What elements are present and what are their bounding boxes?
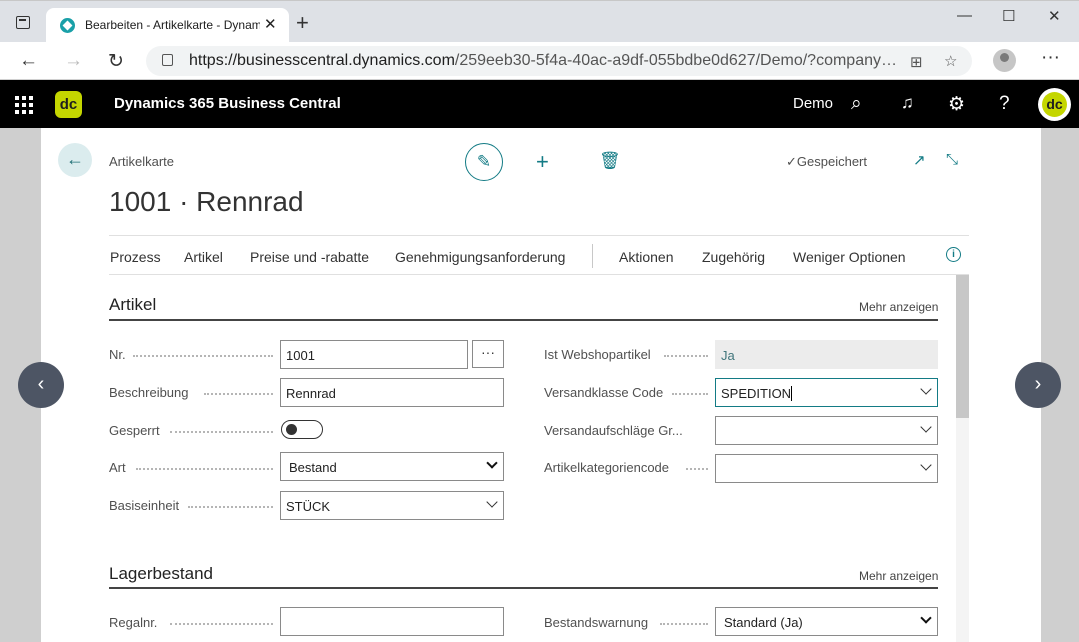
nr-field[interactable]: 1001: [280, 340, 468, 369]
add-icon[interactable]: +: [536, 149, 549, 175]
app-logo: dc: [55, 91, 82, 118]
app-title[interactable]: Dynamics 365 Business Central: [114, 95, 341, 112]
action-weniger-optionen[interactable]: Weniger Optionen: [793, 249, 906, 265]
chevron-down-icon: [486, 457, 498, 469]
window-close-icon[interactable]: ✕: [1048, 7, 1061, 25]
delete-trash-icon[interactable]: 🗑: [599, 151, 621, 171]
section-lager-divider: [109, 587, 938, 589]
info-icon[interactable]: i: [946, 247, 961, 262]
bell-icon[interactable]: ♫: [901, 93, 914, 113]
action-bar: Prozess Artikel Preise und -rabatte Gene…: [109, 235, 969, 275]
favorites-icon[interactable]: ☆: [944, 52, 957, 70]
nr-assist-button[interactable]: ···: [472, 340, 504, 368]
new-tab-icon[interactable]: +: [296, 10, 309, 36]
previous-record-icon[interactable]: ‹: [18, 362, 64, 408]
section-lager-title[interactable]: Lagerbestand: [109, 564, 213, 584]
tab-close-icon[interactable]: ✕: [264, 15, 277, 33]
browser-tabstrip: Bearbeiten - Artikelkarte - Dynam ✕ + — …: [0, 0, 1079, 43]
scrollbar-thumb[interactable]: [956, 275, 969, 418]
breadcrumb: Artikelkarte: [109, 154, 175, 169]
beschreibung-field[interactable]: Rennrad: [280, 378, 504, 407]
tab-actions-icon[interactable]: [16, 16, 30, 29]
refresh-icon[interactable]: ↻: [108, 50, 124, 73]
gesperrt-dots: [170, 431, 273, 433]
art-dots: [136, 468, 273, 470]
action-separator: [592, 244, 593, 268]
app-launcher-icon[interactable]: [15, 96, 33, 114]
art-select[interactable]: Bestand: [280, 452, 504, 481]
minimize-icon[interactable]: —: [957, 7, 972, 24]
versandklasse-label: Versandklasse Code: [544, 385, 664, 400]
beschreibung-label: Beschreibung: [109, 385, 189, 400]
maximize-icon[interactable]: ☐: [1002, 7, 1015, 25]
forward-icon[interactable]: →: [64, 50, 83, 72]
company-name[interactable]: Demo: [793, 95, 833, 112]
open-new-window-icon[interactable]: ↗: [913, 151, 926, 169]
section-artikel-title[interactable]: Artikel: [109, 295, 156, 315]
address-bar[interactable]: https://businesscentral.dynamics.com/259…: [146, 46, 972, 76]
action-preise[interactable]: Preise und -rabatte: [250, 249, 369, 265]
regalnr-dots: [170, 623, 273, 625]
search-icon[interactable]: ⌕: [851, 93, 862, 115]
user-avatar[interactable]: dc: [1038, 88, 1071, 121]
nr-label: Nr.: [109, 347, 126, 362]
app-available-icon[interactable]: ⊞: [910, 53, 923, 71]
collapse-icon[interactable]: ⤡: [946, 151, 958, 168]
action-artikel[interactable]: Artikel: [184, 249, 223, 265]
bestandswarnung-dots: [660, 623, 708, 625]
section-artikel-divider: [109, 319, 938, 321]
versandaufschlaege-label: Versandaufschläge Gr...: [544, 423, 683, 438]
webshop-dots: [664, 355, 708, 357]
action-genehmigung[interactable]: Genehmigungsanforderung: [395, 249, 565, 265]
section-artikel-more-link[interactable]: Mehr anzeigen: [859, 300, 938, 314]
regalnr-field[interactable]: [280, 607, 504, 636]
help-icon[interactable]: ?: [999, 93, 1010, 115]
basiseinheit-dots: [188, 506, 273, 508]
action-aktionen[interactable]: Aktionen: [619, 249, 673, 265]
bestandswarnung-label: Bestandswarnung: [544, 615, 649, 630]
profile-avatar[interactable]: [993, 49, 1016, 72]
chevron-down-icon: [920, 459, 932, 471]
chevron-down-icon: [920, 612, 932, 624]
browser-toolbar: ← → ↻ https://businesscentral.dynamics.c…: [0, 42, 1079, 80]
gear-icon[interactable]: ⚙: [948, 93, 965, 116]
tab-title: Bearbeiten - Artikelkarte - Dynam: [85, 18, 260, 32]
gesperrt-label: Gesperrt: [109, 423, 160, 438]
page-back-icon[interactable]: ←: [58, 143, 92, 177]
browser-tab[interactable]: Bearbeiten - Artikelkarte - Dynam ✕: [46, 8, 289, 43]
edit-pencil-icon[interactable]: ✎: [465, 143, 503, 181]
action-prozess[interactable]: Prozess: [110, 249, 161, 265]
next-record-icon[interactable]: ›: [1015, 362, 1061, 408]
versandklasse-dots: [672, 393, 708, 395]
art-label: Art: [109, 460, 126, 475]
url-text: https://businesscentral.dynamics.com/259…: [189, 52, 897, 69]
business-central-favicon-icon: [60, 18, 75, 33]
page-title: 1001 · Rennrad: [109, 186, 304, 217]
basiseinheit-field[interactable]: STÜCK: [280, 491, 504, 520]
kategorie-field[interactable]: [715, 454, 938, 483]
kategorie-dots: [686, 468, 708, 470]
chevron-down-icon: [920, 421, 932, 433]
nr-dots: [133, 355, 273, 357]
regalnr-label: Regalnr.: [109, 615, 158, 630]
gesperrt-toggle[interactable]: [281, 420, 323, 439]
beschreibung-dots: [204, 393, 273, 395]
versandaufschlaege-field[interactable]: [715, 416, 938, 445]
lock-icon: [162, 54, 173, 66]
versandklasse-field[interactable]: SPEDITION: [715, 378, 938, 407]
basiseinheit-label: Basiseinheit: [109, 498, 180, 513]
webshop-field: Ja: [715, 340, 938, 369]
section-lager-more-link[interactable]: Mehr anzeigen: [859, 569, 938, 583]
chevron-down-icon: [920, 383, 932, 395]
text-caret: [791, 386, 793, 401]
app-bar: dc Dynamics 365 Business Central Demo ⌕ …: [0, 80, 1079, 128]
kategorie-label: Artikelkategoriencode: [544, 460, 670, 475]
back-icon[interactable]: ←: [19, 50, 38, 72]
action-zugehoerig[interactable]: Zugehörig: [702, 249, 765, 265]
saved-status: ✓Gespeichert: [786, 154, 867, 169]
chevron-down-icon: [486, 496, 498, 508]
more-icon[interactable]: ···: [1041, 47, 1060, 69]
bestandswarnung-select[interactable]: Standard (Ja): [715, 607, 938, 636]
webshop-label: Ist Webshopartikel: [544, 347, 651, 362]
